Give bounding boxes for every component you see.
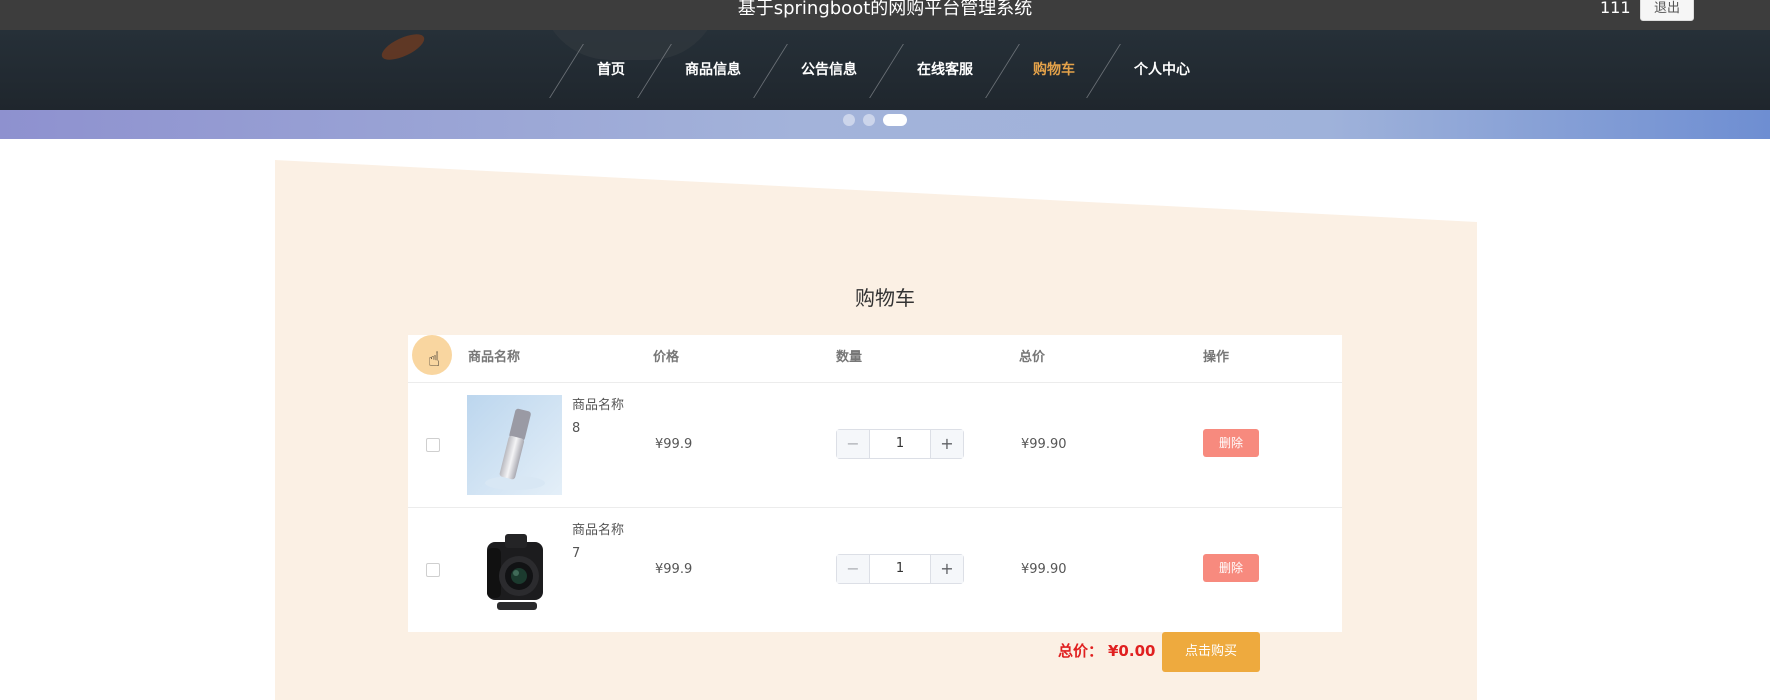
- buy-button[interactable]: 点击购买: [1162, 632, 1260, 672]
- column-header-actions: 操作: [1203, 350, 1230, 365]
- banner-carousel: [0, 110, 1770, 139]
- row-subtotal: ¥99.90: [1021, 437, 1067, 452]
- product-name-line: 7: [572, 546, 581, 561]
- camera-image[interactable]: [467, 520, 562, 620]
- nav-separator: [869, 44, 904, 98]
- decrease-button[interactable]: −: [837, 430, 870, 458]
- decorative-shape: [540, 30, 720, 60]
- cart-title: 购物车: [855, 286, 915, 310]
- column-header-subtotal: 总价: [1019, 350, 1046, 365]
- carousel-dot[interactable]: [863, 114, 875, 126]
- product-name: 商品名称 8: [572, 394, 642, 440]
- total-value: ¥0.00: [1108, 642, 1156, 660]
- column-header-name: 商品名称: [468, 350, 521, 365]
- top-bar: 基于springboot的网购平台管理系统 111 退出: [0, 0, 1770, 30]
- nav-item-products[interactable]: 商品信息: [685, 60, 741, 80]
- quantity-input[interactable]: 1: [869, 430, 931, 458]
- table-row: 商品名称 8 ¥99.9 − 1 + ¥99.90 删除: [408, 383, 1342, 508]
- nav-item-online-service[interactable]: 在线客服: [917, 60, 973, 80]
- quantity-stepper: − 1 +: [836, 554, 964, 584]
- table-header: ☝ 商品名称 价格 数量 总价 操作: [408, 335, 1342, 383]
- skincare-bottle-image[interactable]: [467, 395, 562, 495]
- quantity-input[interactable]: 1: [869, 555, 931, 583]
- column-header-quantity: 数量: [836, 350, 863, 365]
- product-name: 商品名称 7: [572, 519, 642, 565]
- nav-separator: [549, 44, 584, 98]
- cart-table: ☝ 商品名称 价格 数量 总价 操作 商品名称 8 ¥99.9 − 1 + ¥9…: [408, 335, 1342, 632]
- nav-item-announcements[interactable]: 公告信息: [801, 60, 857, 80]
- nav-item-cart[interactable]: 购物车: [1033, 60, 1075, 80]
- row-checkbox[interactable]: [426, 563, 440, 577]
- nav-separator: [753, 44, 788, 98]
- decorative-shape: [378, 30, 428, 65]
- delete-button[interactable]: 删除: [1203, 554, 1259, 582]
- increase-button[interactable]: +: [930, 430, 963, 458]
- username: 111: [1600, 0, 1631, 17]
- hand-cursor-icon: ☝: [428, 347, 441, 371]
- site-title: 基于springboot的网购平台管理系统: [737, 0, 1033, 19]
- carousel-dot-active[interactable]: [883, 114, 907, 126]
- product-price: ¥99.9: [655, 562, 693, 577]
- product-price: ¥99.9: [655, 437, 693, 452]
- row-checkbox[interactable]: [426, 438, 440, 452]
- nav-item-home[interactable]: 首页: [597, 60, 625, 80]
- quantity-stepper: − 1 +: [836, 429, 964, 459]
- main-nav: 首页 商品信息 公告信息 在线客服 购物车 个人中心: [0, 30, 1770, 110]
- logout-button[interactable]: 退出: [1640, 0, 1694, 21]
- column-header-price: 价格: [653, 350, 680, 365]
- product-name-line: 商品名称: [572, 398, 625, 413]
- nav-item-profile[interactable]: 个人中心: [1134, 60, 1190, 80]
- decrease-button[interactable]: −: [837, 555, 870, 583]
- row-subtotal: ¥99.90: [1021, 562, 1067, 577]
- total-label: 总价：: [1058, 642, 1104, 660]
- delete-button[interactable]: 删除: [1203, 429, 1259, 457]
- product-name-line: 商品名称: [572, 523, 625, 538]
- increase-button[interactable]: +: [930, 555, 963, 583]
- table-row: 商品名称 7 ¥99.9 − 1 + ¥99.90 删除: [408, 508, 1342, 632]
- nav-separator: [985, 44, 1020, 98]
- carousel-dot[interactable]: [843, 114, 855, 126]
- product-name-line: 8: [572, 421, 581, 436]
- nav-separator: [1086, 44, 1121, 98]
